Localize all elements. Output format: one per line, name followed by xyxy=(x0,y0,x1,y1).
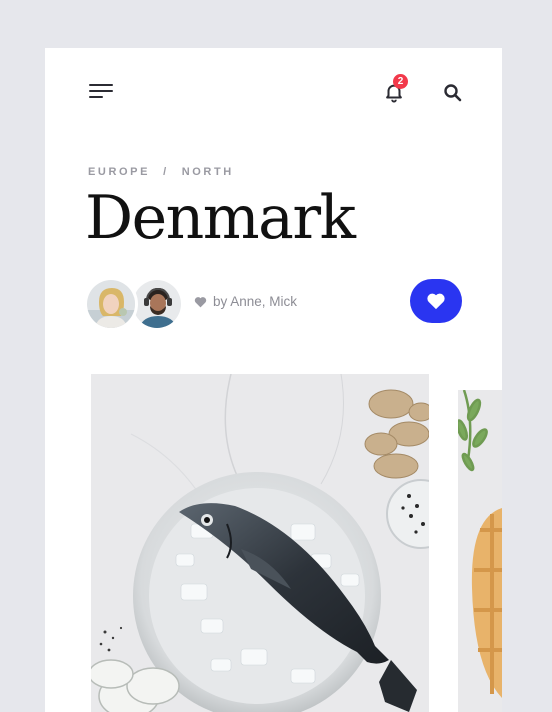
search-icon[interactable] xyxy=(443,83,463,103)
notifications-button[interactable]: 2 xyxy=(383,74,408,105)
avatar[interactable] xyxy=(130,277,184,331)
hamburger-menu-icon[interactable] xyxy=(89,84,113,100)
author-byline: by Anne, Mick xyxy=(194,294,297,309)
notification-badge: 2 xyxy=(393,74,408,89)
heart-icon xyxy=(194,296,207,307)
page-title: Denmark xyxy=(85,183,356,253)
photo-fish-on-ice-plate[interactable] xyxy=(91,374,429,712)
photo-pie-with-herbs[interactable] xyxy=(458,390,502,712)
article-card: 2 EUROPE / NORTH Denmark by Anne, Mick xyxy=(45,48,502,712)
like-button[interactable] xyxy=(410,279,462,323)
byline-text: by Anne, Mick xyxy=(213,294,298,309)
heart-icon xyxy=(427,293,445,310)
avatar[interactable] xyxy=(84,277,138,331)
